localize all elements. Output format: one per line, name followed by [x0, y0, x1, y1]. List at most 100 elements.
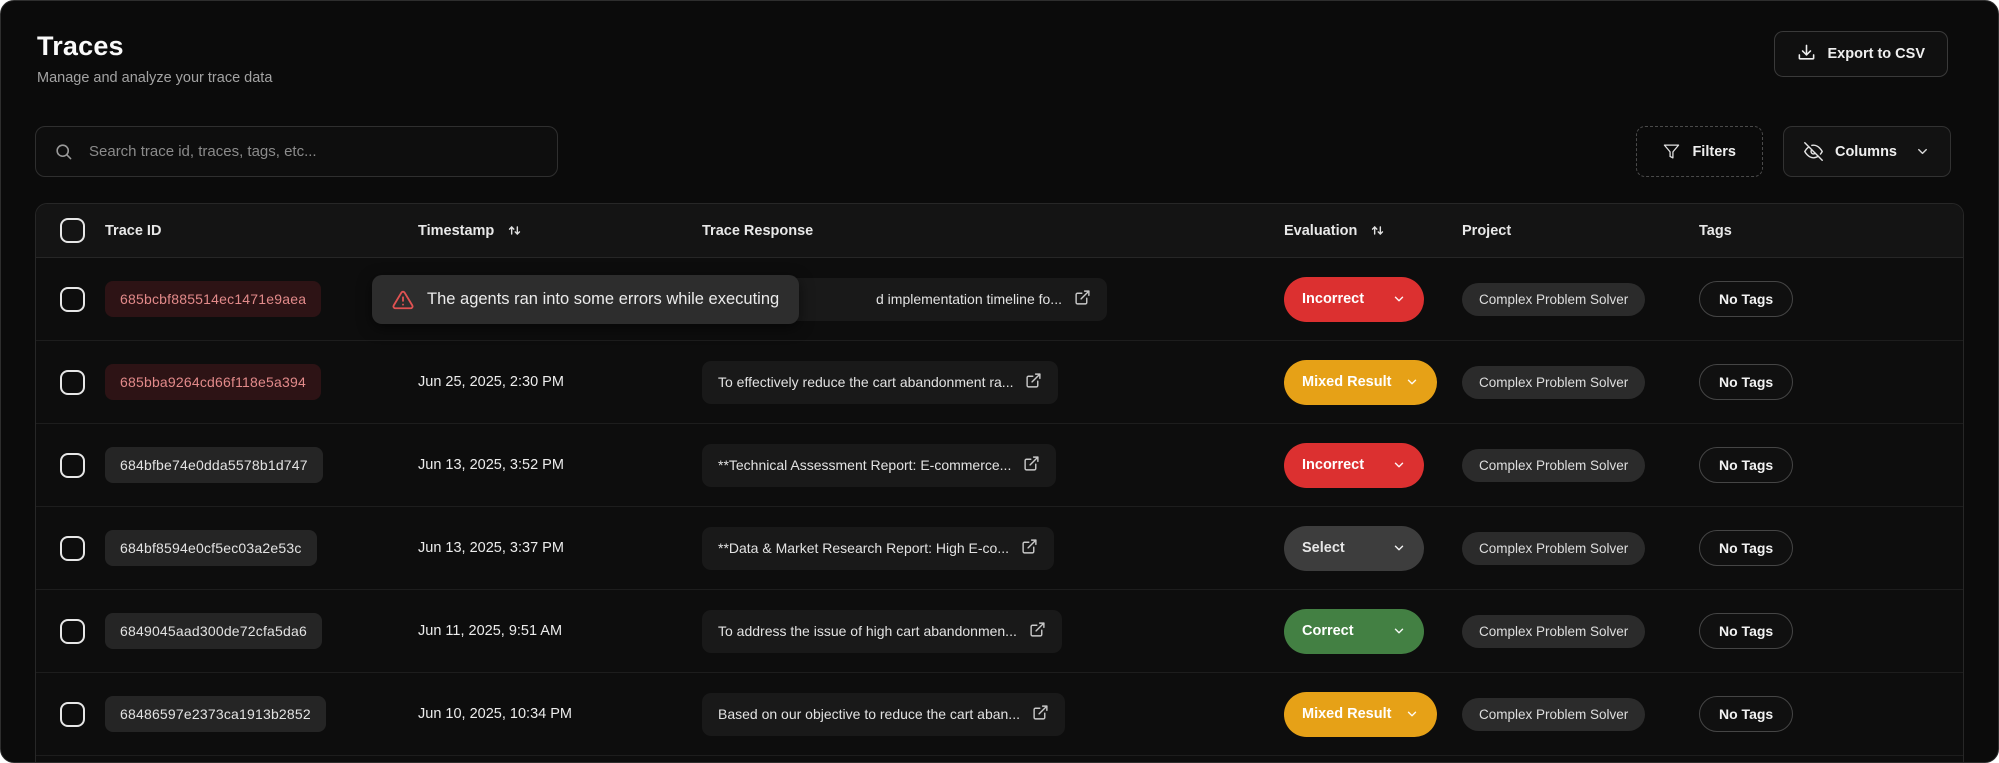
project-badge: Complex Problem Solver: [1462, 366, 1645, 399]
tags-badge: No Tags: [1699, 696, 1793, 732]
trace-id-pill[interactable]: 685bcbf885514ec1471e9aea: [105, 281, 321, 317]
external-link-icon: [1029, 621, 1046, 641]
trace-response-pill[interactable]: **Data & Market Research Report: High E-…: [702, 527, 1054, 570]
timestamp-text: Jun 25, 2025, 2:30 PM: [418, 374, 564, 390]
external-link-icon: [1023, 455, 1040, 475]
table-body: 685bcbf885514ec1471e9aea d implementatio…: [36, 258, 1963, 756]
chevron-down-icon: [1405, 707, 1419, 721]
search-icon: [54, 142, 73, 161]
tags-badge: No Tags: [1699, 530, 1793, 566]
evaluation-label: Incorrect: [1302, 457, 1364, 473]
chevron-down-icon: [1392, 458, 1406, 472]
filter-funnel-icon: [1663, 143, 1680, 160]
evaluation-label: Select: [1302, 540, 1345, 556]
page-header: Traces Manage and analyze your trace dat…: [1, 1, 1998, 86]
evaluation-badge[interactable]: Correct: [1284, 609, 1424, 654]
row-checkbox[interactable]: [60, 619, 85, 644]
project-badge: Complex Problem Solver: [1462, 698, 1645, 731]
select-all-checkbox[interactable]: [60, 218, 85, 243]
table-row: 68486597e2373ca1913b2852 Jun 10, 2025, 1…: [36, 673, 1963, 756]
warning-triangle-icon: [392, 289, 414, 311]
row-checkbox[interactable]: [60, 287, 85, 312]
evaluation-label: Mixed Result: [1302, 706, 1391, 722]
eye-off-icon: [1804, 142, 1823, 161]
table-controls: Filters Columns: [1636, 126, 1951, 177]
project-badge: Complex Problem Solver: [1462, 532, 1645, 565]
timestamp-text: Jun 11, 2025, 9:51 AM: [418, 623, 562, 639]
trace-response-pill[interactable]: Based on our objective to reduce the car…: [702, 693, 1065, 736]
evaluation-badge[interactable]: Select: [1284, 526, 1424, 571]
controls-row: Filters Columns: [35, 126, 1951, 177]
search-input[interactable]: [87, 142, 539, 161]
filters-button[interactable]: Filters: [1636, 126, 1763, 177]
trace-id-pill[interactable]: 68486597e2373ca1913b2852: [105, 696, 326, 732]
filters-label: Filters: [1692, 144, 1736, 160]
trace-response-text: **Technical Assessment Report: E-commerc…: [718, 457, 1011, 473]
tags-badge: No Tags: [1699, 281, 1793, 317]
external-link-icon: [1032, 704, 1049, 724]
sort-evaluation-icon[interactable]: [1369, 222, 1386, 239]
columns-button[interactable]: Columns: [1783, 126, 1951, 177]
page-title-block: Traces Manage and analyze your trace dat…: [37, 31, 272, 86]
trace-response-text: To address the issue of high cart abando…: [718, 623, 1017, 639]
chevron-down-icon: [1392, 541, 1406, 555]
search-box: [35, 126, 558, 177]
table-row: 6849045aad300de72cfa5da6 Jun 11, 2025, 9…: [36, 590, 1963, 673]
evaluation-badge[interactable]: Mixed Result: [1284, 692, 1437, 737]
header-project: Project: [1462, 223, 1511, 239]
external-link-icon: [1025, 372, 1042, 392]
header-trace-response: Trace Response: [702, 223, 813, 239]
table-row: 685bba9264cd66f118e5a394 Jun 25, 2025, 2…: [36, 341, 1963, 424]
evaluation-badge[interactable]: Incorrect: [1284, 443, 1424, 488]
trace-response-pill[interactable]: To address the issue of high cart abando…: [702, 610, 1062, 653]
columns-label: Columns: [1835, 144, 1897, 160]
project-badge: Complex Problem Solver: [1462, 283, 1645, 316]
row-checkbox[interactable]: [60, 536, 85, 561]
traces-page: Traces Manage and analyze your trace dat…: [0, 0, 1999, 763]
tags-badge: No Tags: [1699, 613, 1793, 649]
page-title: Traces: [37, 31, 272, 62]
tags-badge: No Tags: [1699, 364, 1793, 400]
chevron-down-icon: [1915, 144, 1930, 159]
page-subtitle: Manage and analyze your trace data: [37, 70, 272, 86]
trace-id-pill[interactable]: 684bf8594e0cf5ec03a2e53c: [105, 530, 317, 566]
trace-id-pill[interactable]: 684bfbe74e0dda5578b1d747: [105, 447, 323, 483]
external-link-icon: [1021, 538, 1038, 558]
row-checkbox[interactable]: [60, 370, 85, 395]
table-row: 685bcbf885514ec1471e9aea d implementatio…: [36, 258, 1963, 341]
header-evaluation: Evaluation: [1284, 223, 1357, 239]
chevron-down-icon: [1392, 292, 1406, 306]
timestamp-text: Jun 13, 2025, 3:52 PM: [418, 457, 564, 473]
evaluation-label: Incorrect: [1302, 291, 1364, 307]
error-tooltip-text: The agents ran into some errors while ex…: [427, 290, 779, 309]
trace-response-pill[interactable]: **Technical Assessment Report: E-commerc…: [702, 444, 1056, 487]
error-tooltip: The agents ran into some errors while ex…: [372, 275, 799, 324]
trace-response-text: Based on our objective to reduce the car…: [718, 706, 1020, 722]
evaluation-label: Mixed Result: [1302, 374, 1391, 390]
download-icon: [1797, 43, 1816, 66]
evaluation-badge[interactable]: Incorrect: [1284, 277, 1424, 322]
traces-table: Trace ID Timestamp Trace Response Evalua…: [35, 203, 1964, 763]
project-badge: Complex Problem Solver: [1462, 449, 1645, 482]
trace-response-pill[interactable]: To effectively reduce the cart abandonme…: [702, 361, 1058, 404]
header-timestamp: Timestamp: [418, 223, 494, 239]
chevron-down-icon: [1405, 375, 1419, 389]
tags-badge: No Tags: [1699, 447, 1793, 483]
external-link-icon: [1074, 289, 1091, 309]
sort-timestamp-icon[interactable]: [506, 222, 523, 239]
row-checkbox[interactable]: [60, 702, 85, 727]
trace-id-pill[interactable]: 6849045aad300de72cfa5da6: [105, 613, 322, 649]
table-header-row: Trace ID Timestamp Trace Response Evalua…: [36, 204, 1963, 258]
table-row: 684bfbe74e0dda5578b1d747 Jun 13, 2025, 3…: [36, 424, 1963, 507]
timestamp-text: Jun 13, 2025, 3:37 PM: [418, 540, 564, 556]
trace-id-pill[interactable]: 685bba9264cd66f118e5a394: [105, 364, 321, 400]
row-checkbox[interactable]: [60, 453, 85, 478]
table-row: 684bf8594e0cf5ec03a2e53c Jun 13, 2025, 3…: [36, 507, 1963, 590]
export-csv-label: Export to CSV: [1828, 46, 1925, 62]
evaluation-badge[interactable]: Mixed Result: [1284, 360, 1437, 405]
export-csv-button[interactable]: Export to CSV: [1774, 31, 1948, 77]
trace-response-text: To effectively reduce the cart abandonme…: [718, 374, 1013, 390]
evaluation-label: Correct: [1302, 623, 1354, 639]
header-tags: Tags: [1699, 223, 1732, 239]
chevron-down-icon: [1392, 624, 1406, 638]
